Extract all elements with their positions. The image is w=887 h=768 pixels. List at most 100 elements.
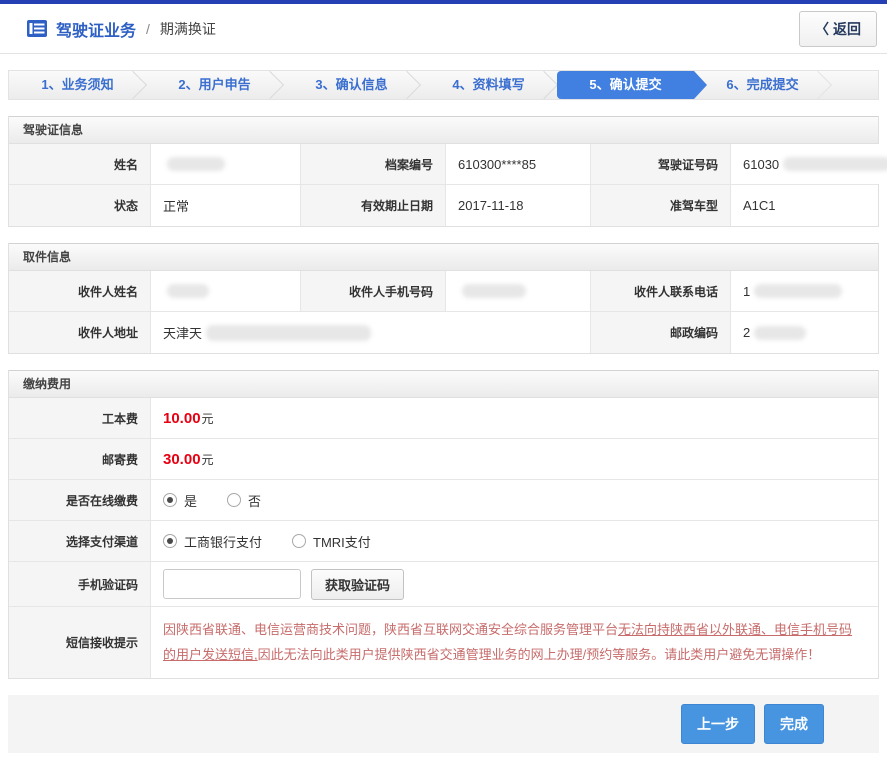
table-row: 邮寄费 30.00 元 — [9, 439, 878, 480]
page-title: 驾驶证业务 — [56, 22, 137, 40]
wizard-steps: 1、业务须知 2、用户申告 3、确认信息 4、资料填写 5、确认提交 6、完成提… — [8, 70, 879, 100]
radio-checked-icon[interactable] — [163, 493, 177, 507]
work-fee-value: 10.00 元 — [151, 398, 878, 438]
finish-button[interactable]: 完成 — [764, 703, 824, 744]
status-value: 正常 — [151, 185, 301, 226]
name-value — [151, 144, 301, 184]
back-button[interactable]: 〈 返回 — [799, 10, 877, 47]
sms-code-input[interactable] — [163, 569, 301, 599]
redacted-value — [206, 324, 372, 341]
channel-icbc-label: 工商银行支付 — [184, 534, 263, 550]
vehicle-class-value: A1C1 — [731, 185, 878, 226]
postage-fee-label: 邮寄费 — [9, 439, 151, 479]
channel-tmri-option[interactable]: TMRI支付 — [292, 532, 371, 551]
recipient-phone-prefix: 1 — [743, 283, 751, 299]
table-row: 手机验证码 获取验证码 — [9, 562, 878, 607]
recipient-name-value — [151, 271, 301, 311]
sms-notice-label: 短信接收提示 — [9, 607, 151, 678]
breadcrumb-divider: / — [146, 20, 150, 37]
recipient-phone-label: 收件人联系电话 — [591, 271, 731, 311]
breadcrumb: 驾驶证业务 / 期满换证 — [26, 17, 216, 41]
table-row: 短信接收提示 因陕西省联通、电信运营商技术问题，陕西省互联网交通安全综合服务管理… — [9, 607, 878, 678]
table-row: 选择支付渠道 工商银行支付 TMRI支付 — [9, 521, 878, 562]
sms-code-cell: 获取验证码 — [151, 562, 878, 606]
online-pay-no-option[interactable]: 否 — [227, 491, 261, 510]
step-3-confirm-info[interactable]: 3、确认信息 — [283, 71, 420, 99]
pay-channel-options: 工商银行支付 TMRI支付 — [151, 521, 878, 561]
redacted-value — [754, 284, 843, 298]
step-1-business-notes[interactable]: 1、业务须知 — [9, 71, 146, 99]
radio-unchecked-icon[interactable] — [227, 493, 242, 507]
sms-notice-text: 因陕西省联通、电信运营商技术问题，陕西省互联网交通安全综合服务管理平台无法向持陕… — [151, 607, 878, 678]
online-pay-no-label: 否 — [248, 493, 262, 509]
footer-action-bar: 上一步 完成 — [8, 694, 879, 753]
license-info-section: 驾驶证信息 姓名 档案编号 610300****85 驾驶证号码 61030 状… — [8, 116, 887, 227]
postage-fee-amount: 30.00 — [163, 450, 201, 468]
postal-code-value: 2 — [731, 312, 878, 353]
redacted-value — [783, 157, 887, 171]
payment-section: 缴纳费用 工本费 10.00 元 邮寄费 30.00 元 是否在线缴费 是 否 … — [8, 370, 879, 679]
redacted-value — [754, 325, 807, 340]
table-row: 姓名 档案编号 610300****85 驾驶证号码 61030 — [9, 144, 887, 185]
recipient-address-label: 收件人地址 — [9, 312, 151, 353]
page-subtitle: 期满换证 — [159, 20, 216, 37]
vehicle-class-label: 准驾车型 — [591, 185, 731, 226]
archive-no-label: 档案编号 — [301, 144, 446, 184]
table-row: 收件人地址 天津天 邮政编码 2 — [9, 312, 878, 353]
notice-text-part3: 因此无法向此类用户提供陕西省交通管理业务的网上办理/预约等服务。请此类用户避免无… — [257, 647, 821, 663]
back-button-label: 返回 — [833, 20, 861, 37]
archive-no-value: 610300****85 — [446, 144, 591, 184]
back-arrow-icon: 〈 — [815, 20, 829, 37]
radio-checked-icon[interactable] — [163, 534, 177, 548]
sms-code-label: 手机验证码 — [9, 562, 151, 606]
table-row: 是否在线缴费 是 否 — [9, 480, 878, 521]
work-fee-amount: 10.00 — [163, 409, 201, 427]
name-label: 姓名 — [9, 144, 151, 184]
recipient-phone-value: 1 — [731, 271, 878, 311]
page-header: 驾驶证业务 / 期满换证 〈 返回 — [0, 4, 887, 54]
recipient-mobile-label: 收件人手机号码 — [301, 271, 446, 311]
step-4-fill-data[interactable]: 4、资料填写 — [420, 71, 557, 99]
postal-code-label: 邮政编码 — [591, 312, 731, 353]
channel-tmri-label: TMRI支付 — [313, 534, 371, 550]
channel-icbc-option[interactable]: 工商银行支付 — [163, 532, 262, 551]
notice-text-part1: 因陕西省联通、电信运营商技术问题，陕西省互联网交通安全综合服务管理平台 — [163, 622, 619, 637]
step-2-user-declaration[interactable]: 2、用户申告 — [146, 71, 283, 99]
license-no-label: 驾驶证号码 — [591, 144, 731, 184]
postage-fee-value: 30.00 元 — [151, 439, 878, 479]
payment-section-title: 缴纳费用 — [9, 370, 878, 398]
expiry-date-label: 有效期止日期 — [301, 185, 446, 226]
table-row: 工本费 10.00 元 — [9, 398, 878, 439]
redacted-value — [462, 284, 526, 298]
steps-filler — [831, 71, 878, 99]
redacted-value — [167, 284, 209, 298]
table-row: 状态 正常 有效期止日期 2017-11-18 准驾车型 A1C1 — [9, 185, 878, 226]
license-no-prefix: 61030 — [743, 156, 780, 172]
status-label: 状态 — [9, 185, 151, 226]
form-list-icon — [26, 19, 48, 38]
currency-unit: 元 — [201, 411, 214, 426]
radio-unchecked-icon[interactable] — [292, 534, 307, 548]
get-code-button[interactable]: 获取验证码 — [311, 568, 405, 600]
recipient-address-prefix: 天津天 — [163, 326, 203, 341]
step-5-confirm-submit-active[interactable]: 5、确认提交 — [557, 71, 707, 99]
expiry-date-value: 2017-11-18 — [446, 185, 591, 226]
table-row: 收件人姓名 收件人手机号码 收件人联系电话 1 — [9, 271, 878, 312]
online-pay-options: 是 否 — [151, 480, 878, 520]
online-pay-yes-option[interactable]: 是 — [163, 491, 197, 510]
redacted-value — [167, 157, 225, 171]
pickup-info-section: 取件信息 收件人姓名 收件人手机号码 收件人联系电话 1 收件人地址 天津天 邮… — [8, 243, 879, 354]
recipient-name-label: 收件人姓名 — [9, 271, 151, 311]
license-info-section-title: 驾驶证信息 — [9, 116, 878, 144]
license-no-value: 61030 — [731, 144, 887, 184]
previous-step-button[interactable]: 上一步 — [681, 703, 755, 744]
pickup-info-section-title: 取件信息 — [9, 243, 878, 271]
currency-unit: 元 — [201, 452, 214, 467]
step-6-complete-submit[interactable]: 6、完成提交 — [694, 71, 831, 99]
work-fee-label: 工本费 — [9, 398, 151, 438]
pay-channel-label: 选择支付渠道 — [9, 521, 151, 561]
online-pay-yes-label: 是 — [184, 493, 198, 509]
online-pay-label: 是否在线缴费 — [9, 480, 151, 520]
postal-code-prefix: 2 — [743, 325, 751, 340]
recipient-mobile-value — [446, 271, 591, 311]
